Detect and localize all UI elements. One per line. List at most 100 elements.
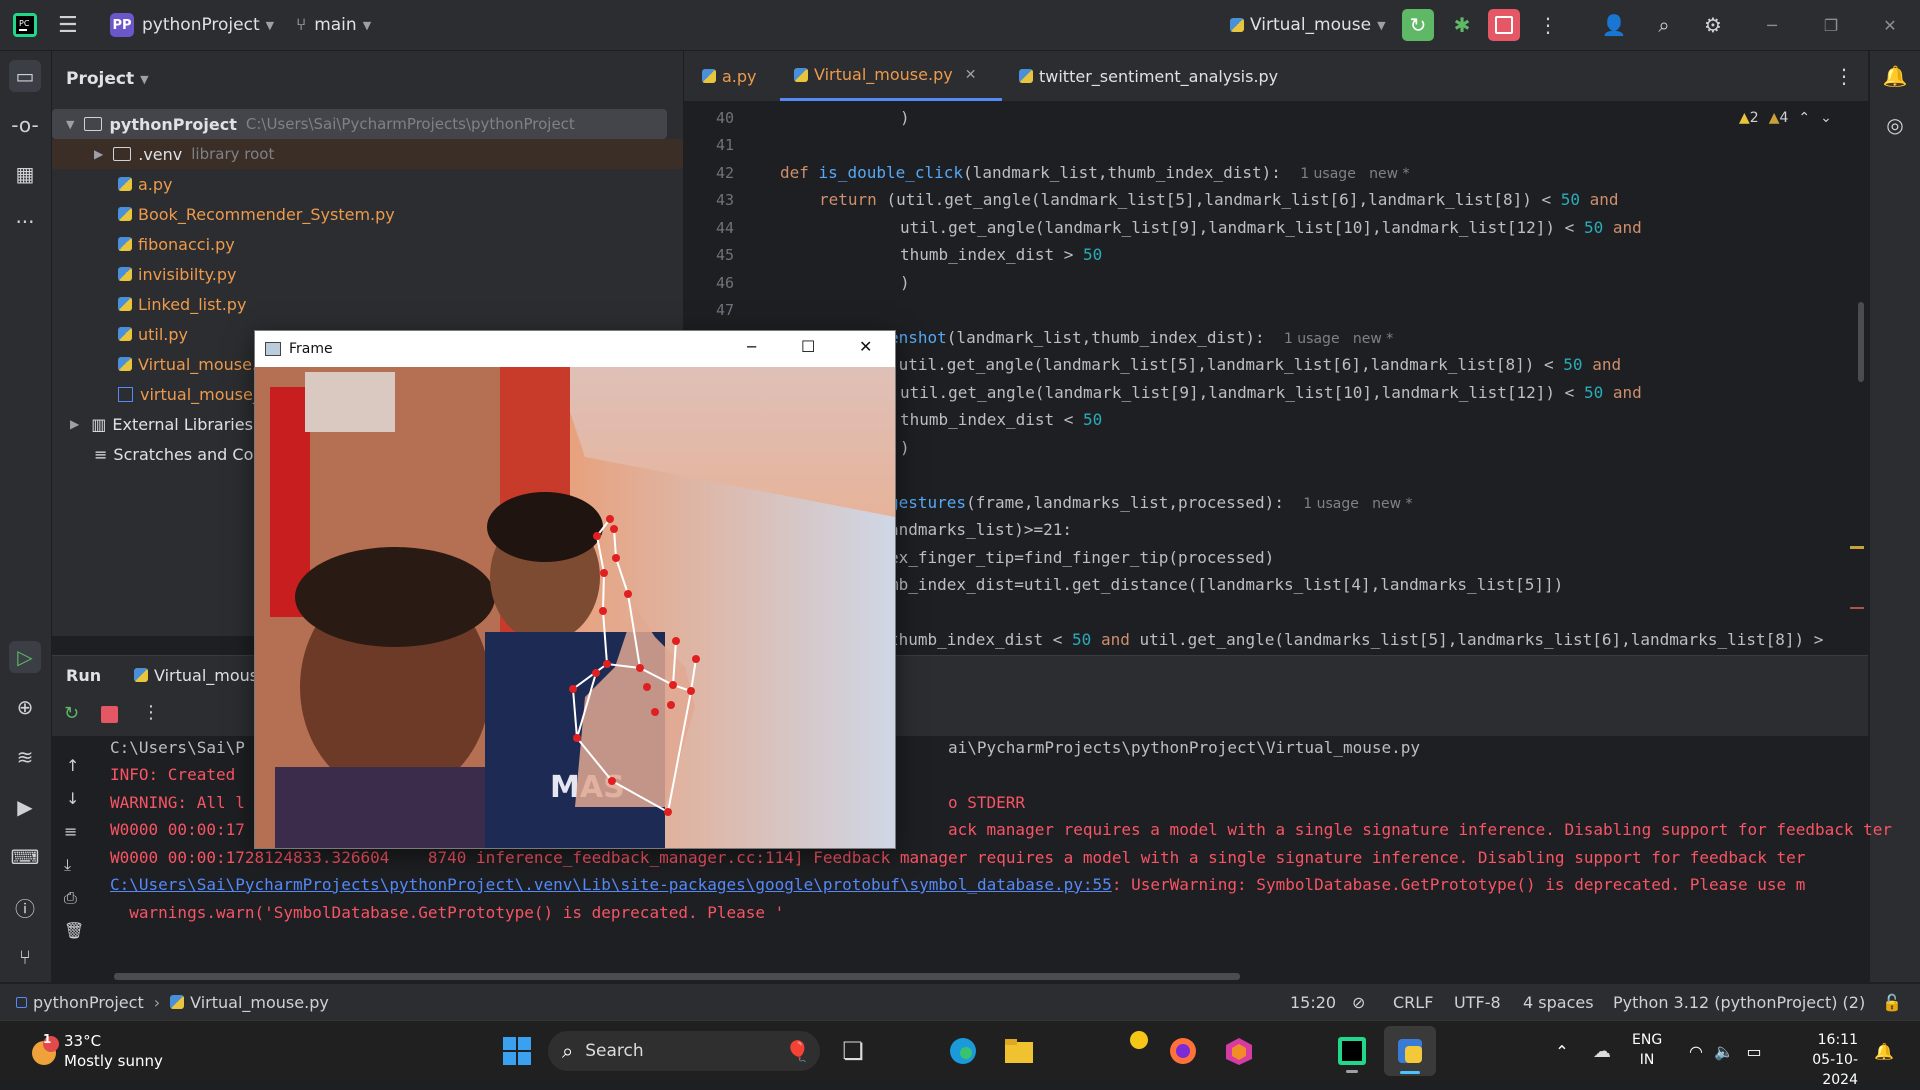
tab-options-icon[interactable]: ⋮	[1834, 51, 1854, 101]
project-panel-title[interactable]: Project ▼	[66, 62, 149, 96]
file-explorer-icon[interactable]	[1002, 1034, 1036, 1068]
cursor-position[interactable]: 15:20	[1290, 984, 1336, 1020]
task-view-icon[interactable]: ❏	[836, 1034, 870, 1068]
chevron-up-icon[interactable]: ⌃	[1798, 110, 1810, 126]
packages-icon[interactable]: ≋	[9, 741, 41, 773]
clock[interactable]: 16:11 05-10-2024	[1784, 1030, 1858, 1090]
wifi-icon[interactable]: ◠	[1684, 1039, 1708, 1063]
editor-scrollbar[interactable]	[1858, 302, 1864, 382]
notification-bell-icon[interactable]: 🔔	[1872, 1039, 1896, 1063]
scroll-to-end-icon[interactable]: ⤓	[64, 855, 71, 875]
firefox-icon[interactable]	[1166, 1034, 1200, 1068]
app-status-dot-icon[interactable]	[1128, 1029, 1150, 1051]
tab-virtual-mouse[interactable]: Virtual_mouse.py ✕	[780, 51, 1002, 101]
debug-icon[interactable]: ✱	[1446, 9, 1478, 41]
notifications-bell-icon[interactable]: 🔔	[1879, 60, 1911, 92]
tree-file-row[interactable]: virtual_mouse_	[118, 379, 261, 409]
tree-root-row[interactable]: ▼ pythonProject C:\Users\Sai\PycharmProj…	[52, 109, 667, 139]
tree-file-row[interactable]: Linked_list.py	[118, 289, 246, 319]
search-icon[interactable]: ⌕	[1648, 9, 1680, 41]
run-tab-title[interactable]: Run	[66, 656, 101, 694]
warnings-indicator[interactable]: ▲2 ▲4 ⌃ ⌄	[1739, 110, 1832, 126]
clear-trash-icon[interactable]: 🗑	[64, 921, 84, 940]
frame-close-icon[interactable]: ✕	[859, 337, 872, 356]
file-link[interactable]: C:\Users\Sai\PycharmProjects\pythonProje…	[110, 875, 1112, 894]
windows-start-icon[interactable]	[500, 1034, 534, 1068]
tree-scratches[interactable]: ≡ Scratches and Co	[94, 439, 253, 469]
python-console-icon[interactable]: ⊕	[9, 691, 41, 723]
services-icon[interactable]: ▶	[9, 791, 41, 823]
scroll-down-icon[interactable]: ↓	[66, 789, 79, 808]
frame-maximize-icon[interactable]: ☐	[801, 337, 815, 356]
ai-assistant-icon[interactable]: ◎	[1879, 109, 1911, 141]
scroll-up-icon[interactable]: ↑	[66, 756, 79, 775]
tree-file-row[interactable]: invisibilty.py	[118, 259, 237, 289]
indent-setting[interactable]: 4 spaces	[1523, 984, 1594, 1020]
pycharm-logo-icon[interactable]: PC	[12, 0, 38, 50]
commit-icon[interactable]: -o-	[9, 109, 41, 141]
more-options-icon[interactable]: ⋮	[142, 702, 160, 723]
soft-wrap-icon[interactable]: ≡	[64, 822, 77, 841]
frame-title-bar[interactable]: Frame ─ ☐ ✕	[255, 331, 895, 367]
more-actions-icon[interactable]: ⋮	[1532, 9, 1564, 41]
settings-gear-icon[interactable]: ⚙	[1697, 9, 1729, 41]
close-icon[interactable]: ✕	[1874, 9, 1906, 41]
onedrive-cloud-icon[interactable]: ☁	[1588, 1039, 1616, 1063]
volume-icon[interactable]: 🔈	[1712, 1039, 1736, 1063]
file-encoding[interactable]: UTF-8	[1454, 984, 1501, 1020]
frame-minimize-icon[interactable]: ─	[747, 338, 756, 356]
run-config-selector[interactable]: Virtual_mouse ▼	[1230, 0, 1386, 50]
run-config-tab[interactable]: Virtual_mous	[134, 656, 258, 694]
tree-file-row[interactable]: util.py	[118, 319, 188, 349]
frame-window[interactable]: Frame ─ ☐ ✕ MAS	[254, 330, 896, 849]
weather-icon[interactable]: 1	[24, 1031, 64, 1071]
edge-browser-icon[interactable]	[946, 1034, 980, 1068]
maximize-icon[interactable]: ❐	[1815, 9, 1847, 41]
add-user-icon[interactable]: 👤	[1598, 9, 1630, 41]
tree-file-row[interactable]: a.py	[118, 169, 173, 199]
warning-marker[interactable]	[1850, 546, 1864, 549]
stop-icon[interactable]	[101, 706, 118, 723]
git-icon[interactable]: ⑂	[9, 941, 41, 973]
problems-icon[interactable]: ⓘ	[9, 891, 41, 923]
tree-venv-row[interactable]: ▶ .venv library root	[52, 139, 683, 169]
more-tools-icon[interactable]: ···	[9, 206, 41, 238]
rerun-icon[interactable]: ↻	[64, 703, 79, 724]
project-folder-icon[interactable]: ▭	[9, 60, 41, 92]
tree-file-row[interactable]: Virtual_mouse.	[118, 349, 257, 379]
jetbrains-toolbox-icon[interactable]	[1222, 1034, 1256, 1068]
python-interpreter[interactable]: Python 3.12 (pythonProject) (2)	[1613, 984, 1865, 1020]
no-ai-icon[interactable]: ⊘	[1352, 984, 1365, 1020]
stop-button[interactable]	[1488, 9, 1520, 41]
run-tool-icon[interactable]: ▷	[9, 641, 41, 673]
chevron-down-icon[interactable]: ⌄	[1820, 110, 1832, 126]
battery-icon[interactable]: ▭	[1742, 1039, 1766, 1063]
rerun-button[interactable]: ↻	[1402, 9, 1434, 41]
line-number: 44	[715, 219, 734, 237]
pycharm-taskbar-icon[interactable]	[1332, 1031, 1372, 1073]
error-marker[interactable]	[1850, 607, 1864, 609]
structure-icon[interactable]: ▦	[9, 158, 41, 190]
terminal-icon[interactable]: ⌨	[9, 841, 41, 873]
tree-file-row[interactable]: fibonacci.py	[118, 229, 235, 259]
taskbar-search-box[interactable]: ⌕ Search 🎈	[548, 1031, 820, 1071]
python-app-taskbar-icon[interactable]	[1384, 1026, 1436, 1076]
close-tab-icon[interactable]: ✕	[965, 67, 977, 83]
tree-file-row[interactable]: Book_Recommender_System.py	[118, 199, 395, 229]
tab-a-py[interactable]: a.py	[702, 51, 757, 101]
line-separator[interactable]: CRLF	[1393, 984, 1433, 1020]
lock-icon[interactable]: 🔓	[1882, 984, 1902, 1020]
input-language[interactable]: ENG IN	[1632, 1030, 1662, 1070]
tree-external-libraries[interactable]: ▶ ▥ External Libraries	[52, 409, 253, 439]
project-selector[interactable]: PP pythonProject ▼	[110, 0, 274, 50]
print-icon[interactable]: ⎙	[64, 888, 77, 908]
branch-selector[interactable]: ⑂ main ▼	[296, 0, 371, 50]
breadcrumb[interactable]: pythonProject › Virtual_mouse.py	[16, 984, 329, 1020]
main-menu-icon[interactable]: ☰	[58, 0, 78, 50]
console-hscrollbar[interactable]	[114, 973, 1240, 980]
code-line: )	[900, 108, 910, 127]
tab-twitter[interactable]: twitter_sentiment_analysis.py	[1019, 51, 1312, 101]
weather-widget[interactable]: 33°C Mostly sunny	[64, 1031, 163, 1071]
chevron-up-icon[interactable]: ⌃	[1550, 1039, 1574, 1063]
minimize-icon[interactable]: ─	[1756, 9, 1788, 41]
